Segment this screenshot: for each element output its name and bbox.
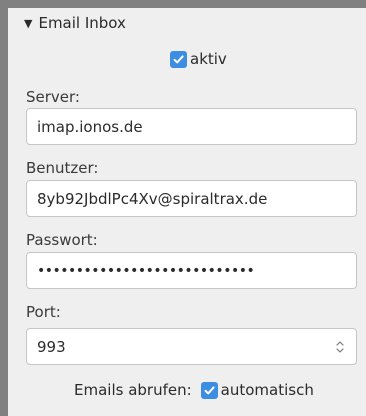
user-label: Benutzer: [26, 159, 99, 177]
server-label: Server: [26, 88, 80, 106]
password-input[interactable]: •••••••••••••••••••••••••••• [26, 252, 357, 289]
triangle-down-icon: ▼ [24, 16, 33, 30]
auto-fetch-checkbox[interactable] [200, 381, 218, 399]
password-label: Passwort: [26, 231, 98, 249]
active-checkbox[interactable] [170, 50, 187, 68]
user-value: 8yb92JbdlPc4Xv@spiraltrax.de [37, 189, 268, 208]
user-input[interactable]: 8yb92JbdlPc4Xv@spiraltrax.de [26, 180, 357, 217]
server-input[interactable]: imap.ionos.de [26, 108, 357, 145]
active-label: aktiv [190, 50, 227, 68]
port-input[interactable]: 993 [26, 328, 357, 365]
port-value: 993 [37, 337, 66, 356]
checkmark-icon [173, 54, 184, 63]
fetch-row: Emails abrufen: automatisch [74, 381, 314, 399]
auto-fetch-label: automatisch [220, 381, 314, 399]
section-title: Email Inbox [38, 14, 126, 32]
fetch-label: Emails abrufen: [74, 381, 192, 399]
checkmark-icon [204, 385, 215, 394]
active-toggle[interactable]: aktiv [170, 50, 227, 68]
spinner-up-down-icon[interactable] [332, 337, 348, 357]
port-label: Port: [26, 303, 61, 321]
email-inbox-section-header[interactable]: ▼ Email Inbox [24, 14, 126, 32]
password-masked-value: •••••••••••••••••••••••••••• [37, 262, 255, 279]
server-value: imap.ionos.de [37, 117, 143, 136]
